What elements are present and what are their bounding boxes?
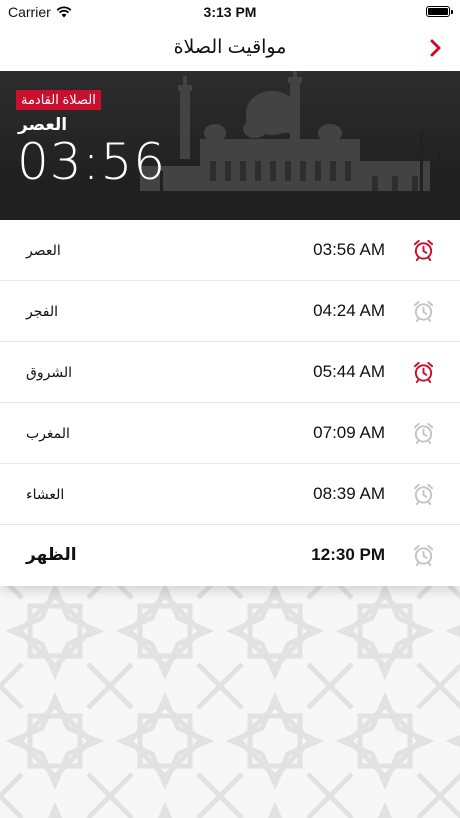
prayer-times-list: العصر 03:56 AM الفجر 04:24 AM الشروق 05:…	[0, 220, 460, 586]
next-prayer-banner: الصلاة القادمة العصر 03:56	[0, 71, 460, 220]
prayer-row-asr[interactable]: العصر 03:56 AM	[0, 220, 460, 281]
alarm-clock-icon[interactable]	[412, 238, 435, 262]
alarm-clock-icon[interactable]	[412, 299, 435, 323]
prayer-row-sunrise[interactable]: الشروق 05:44 AM	[0, 342, 460, 403]
prayer-time: 07:09 AM	[313, 423, 385, 442]
battery-icon	[426, 6, 453, 17]
alarm-clock-icon[interactable]	[412, 482, 435, 506]
prayer-time: 12:30 PM	[311, 545, 385, 564]
prayer-row-fajr[interactable]: الفجر 04:24 AM	[0, 281, 460, 342]
geometric-pattern	[0, 586, 460, 818]
prayer-name: العصر	[26, 242, 61, 258]
alarm-clock-icon[interactable]	[412, 543, 435, 567]
status-bar: Carrier 3:13 PM	[0, 0, 460, 24]
prayer-name: المغرب	[26, 425, 70, 441]
prayer-name: الفجر	[26, 303, 58, 319]
prayer-time: 04:24 AM	[313, 301, 385, 320]
page-title: مواقيت الصلاة	[173, 37, 287, 58]
prayer-name: العشاء	[26, 486, 65, 502]
status-time: 3:13 PM	[203, 4, 257, 20]
prayer-time: 03:56 AM	[313, 240, 385, 259]
prayer-time: 05:44 AM	[313, 362, 385, 381]
decorative-pattern-background	[0, 586, 460, 818]
alarm-clock-icon[interactable]	[412, 421, 435, 445]
prayer-row-maghrib[interactable]: المغرب 07:09 AM	[0, 403, 460, 464]
prayer-name: الظهر	[26, 545, 77, 564]
prayer-time: 08:39 AM	[313, 484, 385, 503]
next-prayer-badge: الصلاة القادمة	[16, 90, 101, 110]
next-prayer-countdown: 03:56	[17, 133, 167, 191]
chevron-right-icon[interactable]	[426, 38, 446, 58]
next-prayer-name: العصر	[18, 115, 68, 134]
navigation-bar: مواقيت الصلاة	[0, 24, 460, 71]
prayer-name: الشروق	[26, 364, 72, 380]
prayer-row-isha[interactable]: العشاء 08:39 AM	[0, 464, 460, 525]
alarm-clock-icon[interactable]	[412, 360, 435, 384]
prayer-row-dhuhr[interactable]: الظهر 12:30 PM	[0, 525, 460, 586]
